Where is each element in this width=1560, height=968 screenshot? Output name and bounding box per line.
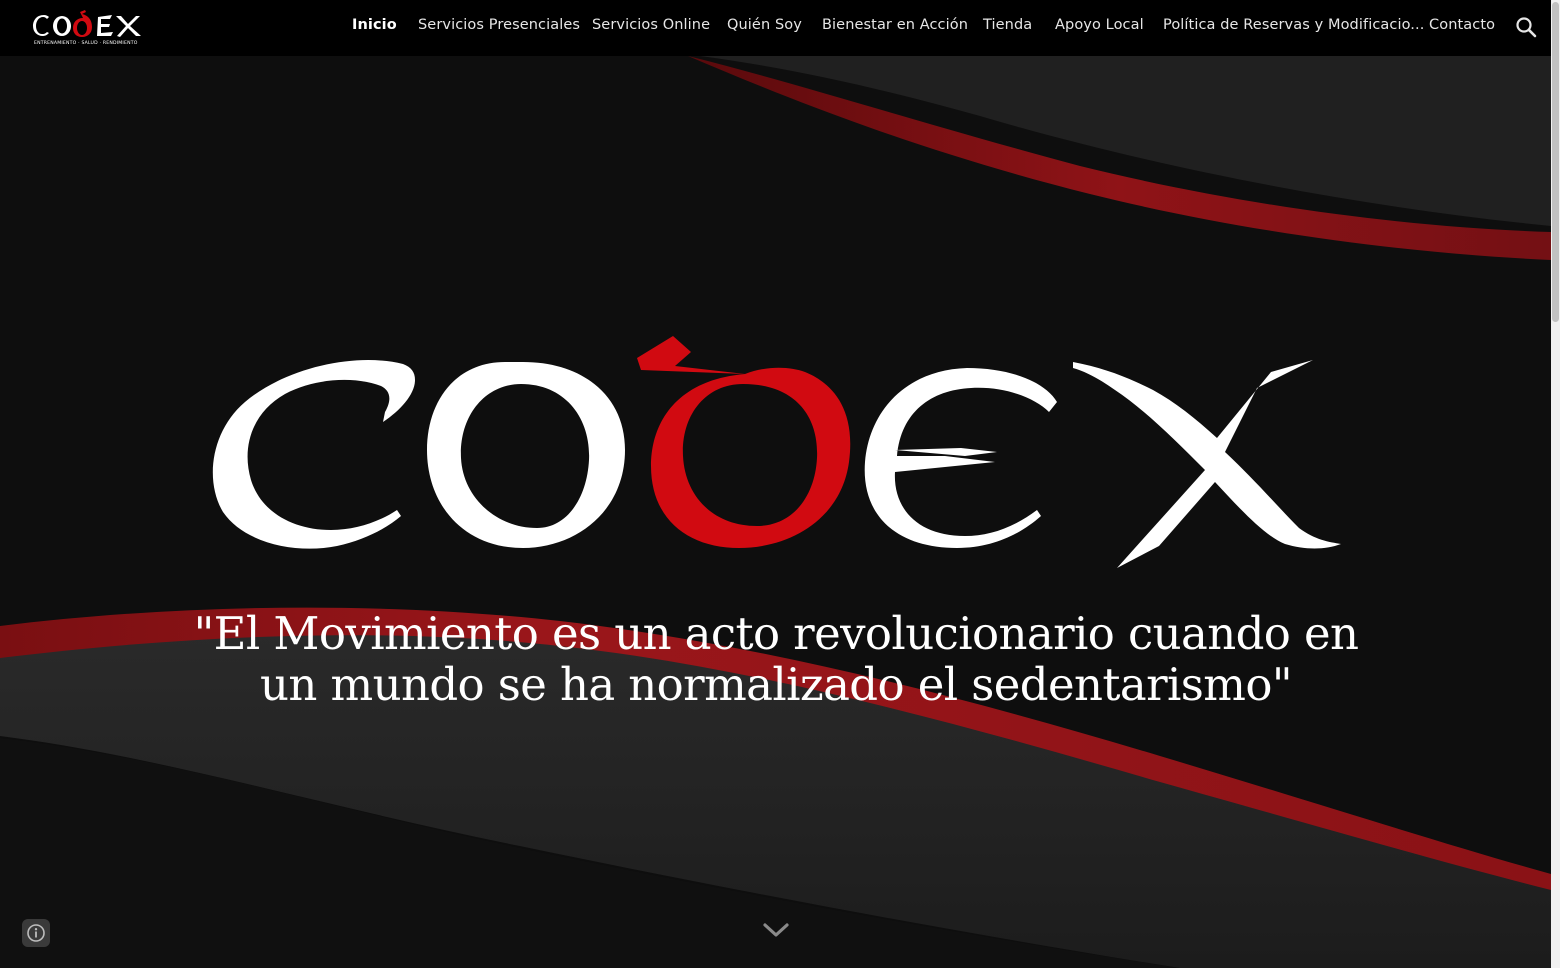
info-icon: [27, 924, 45, 942]
nav-item-contacto[interactable]: Contacto: [1429, 17, 1495, 33]
nav-item-quien-soy[interactable]: Quién Soy: [727, 17, 802, 33]
scrollbar-thumb[interactable]: [1552, 2, 1559, 322]
hero-quote: "El Movimiento es un acto revolucionario…: [150, 608, 1402, 710]
page: ENTRENAMIENTO · SALUD · RENDIMIENTO Inic…: [0, 0, 1560, 968]
hero-section: "El Movimiento es un acto revolucionario…: [0, 56, 1551, 968]
main-navigation: Inicio Servicios Presenciales Servicios …: [0, 0, 1551, 56]
chevron-down-icon: [763, 923, 789, 937]
nav-item-tienda[interactable]: Tienda: [983, 17, 1032, 33]
hero-quote-line-1: "El Movimiento es un acto revolucionario…: [193, 607, 1359, 660]
search-button[interactable]: [1514, 15, 1540, 41]
nav-item-politica-de-reservas[interactable]: Política de Reservas y Modificacio...: [1163, 17, 1424, 33]
nav-item-bienestar-en-accion[interactable]: Bienestar en Acción: [822, 17, 968, 33]
search-icon: [1516, 17, 1537, 38]
scroll-down-button[interactable]: [760, 920, 792, 940]
nav-item-servicios-online[interactable]: Servicios Online: [592, 17, 710, 33]
hero-quote-line-2: un mundo se ha normalizado el sedentaris…: [260, 658, 1293, 711]
nav-item-servicios-presenciales[interactable]: Servicios Presenciales: [418, 17, 580, 33]
nav-item-inicio[interactable]: Inicio: [352, 17, 397, 33]
site-info-button[interactable]: [22, 919, 50, 947]
hero-codex-logo: [212, 336, 1341, 568]
nav-item-apoyo-local[interactable]: Apoyo Local: [1055, 17, 1144, 33]
top-nav-bar: ENTRENAMIENTO · SALUD · RENDIMIENTO Inic…: [0, 0, 1551, 56]
page-scrollbar[interactable]: [1551, 0, 1560, 968]
